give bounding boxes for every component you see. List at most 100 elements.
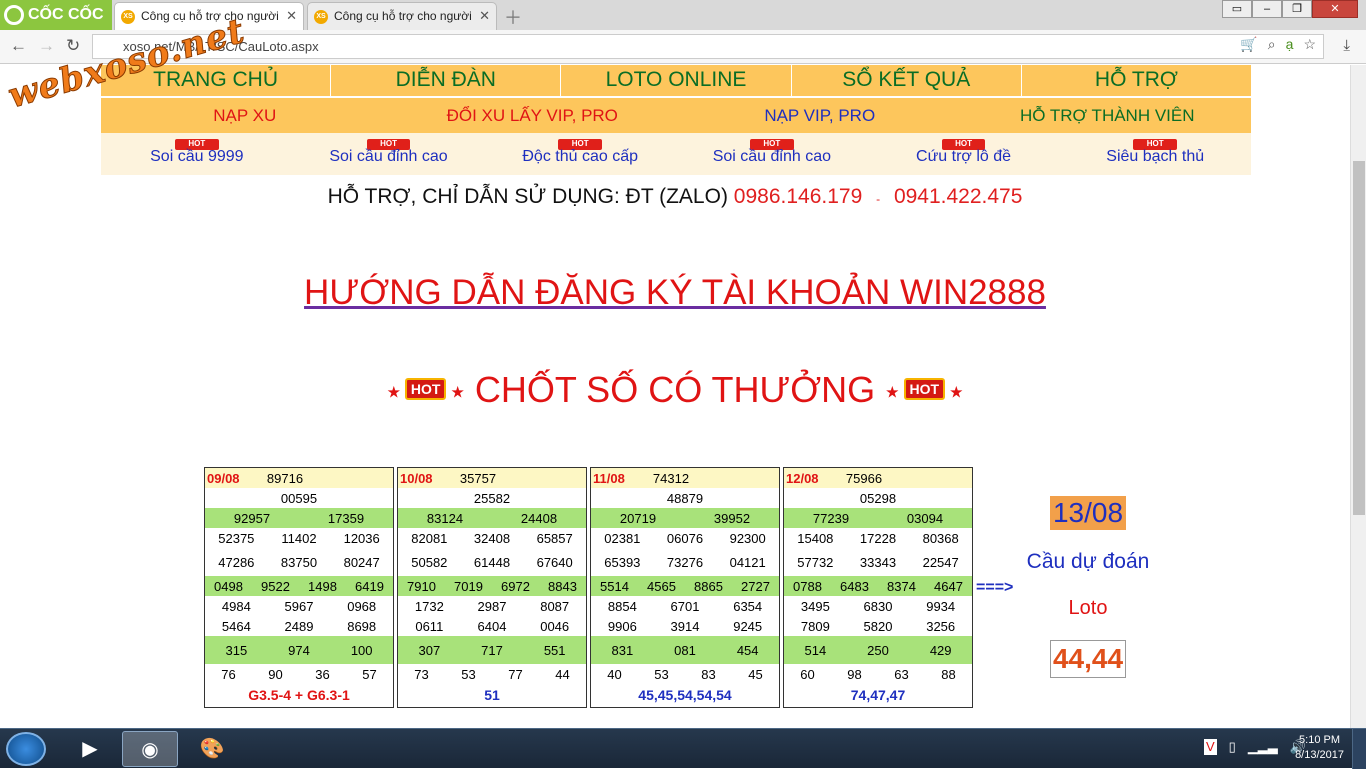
guide-link-text[interactable]: HƯỚNG DẪN ĐĂNG KÝ TÀI KHOẢN WIN2888 [304,273,1046,312]
result-number: 88 [941,666,956,682]
menu-support[interactable]: HỖ TRỢ [1022,65,1251,96]
menu-loto-online[interactable]: LOTO ONLINE [561,65,792,96]
minimize-icon[interactable]: – [1252,0,1282,18]
result-number: 6972 [501,578,530,594]
result-number: 82081 [411,530,448,546]
special-prize: 74312 [652,470,690,486]
tab-inactive[interactable]: XS Công cụ hỗ trợ cho người ✕ [307,2,497,30]
result-date: 12/08 [786,470,819,486]
tool-link[interactable]: Soi cầu đỉnh cao [293,148,485,166]
hot-badge: HOT [903,378,946,401]
maximize-icon[interactable]: ❐ [1282,0,1312,18]
menu-results-book[interactable]: SỔ KẾT QUẢ [792,65,1022,96]
result-number: 73276 [666,554,704,570]
result-number: 80368 [922,530,959,546]
device-icon[interactable]: ▯ [1229,739,1236,755]
support-phone-2[interactable]: 0941.422.475 [894,185,1022,208]
result-number: 60 [800,666,815,682]
tool-link[interactable]: Độc thủ cao cấp [484,148,676,166]
support-separator: - [876,192,881,206]
result-row: 65393 73276 04121 [591,548,779,576]
tool-link[interactable]: Cứu trợ lô đề [868,148,1060,166]
translate-icon[interactable]: ạ [1286,36,1294,53]
browser-brand[interactable]: CỐC CỐC [0,0,112,30]
result-number: 2489 [284,618,314,634]
result-number: 39952 [713,510,751,526]
hot-tool-item: HOTĐộc thủ cao cấp [484,133,676,175]
media-player-icon[interactable]: ▶ [62,731,118,767]
cart-icon[interactable]: 🛒 [1240,36,1257,53]
result-number: 83 [701,666,716,682]
paint-icon[interactable]: 🎨 [184,731,240,767]
result-number: 717 [481,642,503,658]
zoom-icon[interactable]: ⌕ [1268,36,1276,53]
bookmark-star-icon[interactable]: ☆ [1303,36,1316,53]
clock[interactable]: 5:10 PM 8/13/2017 [1295,733,1344,763]
result-number: 57732 [797,554,834,570]
taskbar: ▶ ◉ 🎨 V ▯ ▁▂▃ 🔊 5:10 PM 8/13/2017 [0,728,1366,769]
prediction-date: 13/08 [1050,496,1126,530]
support-phone-1[interactable]: 0986.146.179 [734,185,862,208]
prediction-numbers: 44,44 [1050,640,1126,678]
result-row: 25582 [398,488,586,508]
result-row: 1732 2987 8087 [398,596,586,616]
result-number: 831 [611,642,634,658]
brand-label: CỐC CỐC [28,6,104,23]
menu-exchange-xu[interactable]: ĐỔI XU LẤY VIP, PRO [389,98,677,133]
forward-icon[interactable]: → [38,36,55,56]
tool-link[interactable]: Soi cầu 9999 [101,148,293,166]
result-number: 5820 [863,618,893,634]
result-number: 90 [268,666,283,682]
result-row: 5464 2489 8698 [205,616,393,636]
download-icon[interactable]: ⤓ [1343,37,1350,54]
coccoc-browser-icon[interactable]: ◉ [122,731,178,767]
menu-top-up-xu[interactable]: NẠP XU [101,98,389,133]
result-number: 8865 [694,578,723,594]
close-tab-icon[interactable]: ✕ [479,3,490,29]
result-date: 09/08 [207,470,240,486]
new-tab-icon[interactable]: ＋ [504,4,522,30]
address-input[interactable]: xoso.net/MB/LT/SC/CauLoto.aspx [92,34,1324,59]
result-number: 92957 [233,510,271,526]
reload-icon[interactable]: ↻ [66,36,80,56]
network-icon[interactable]: ▁▂▃ [1248,739,1278,755]
hot-tool-item: HOTSoi cầu 9999 [101,133,293,175]
scrollbar-thumb[interactable] [1353,161,1365,515]
result-number: 454 [736,642,759,658]
guide-link[interactable]: HƯỚNG DẪN ĐĂNG KÝ TÀI KHOẢN WIN2888 [0,273,1350,313]
page-scrollbar[interactable] [1350,65,1366,728]
result-number: 6830 [863,598,893,614]
menu-forum[interactable]: DIỄN ĐÀN [331,65,562,96]
menu-member-support[interactable]: HỖ TRỢ THÀNH VIÊN [964,98,1252,133]
result-number: 4565 [647,578,676,594]
result-number: 7019 [454,578,483,594]
result-number: 36 [315,666,330,682]
show-desktop-button[interactable] [1352,729,1366,769]
user-icon[interactable]: ▭ [1222,0,1252,18]
result-number: 57 [362,666,377,682]
tool-link[interactable]: Soi cầu đỉnh cao [676,148,868,166]
antivirus-icon[interactable]: V [1203,739,1217,755]
back-icon[interactable]: ← [10,36,27,56]
result-number: 2727 [741,578,770,594]
close-window-icon[interactable]: ✕ [1312,0,1358,18]
main-menu: TRANG CHỦ DIỄN ĐÀN LOTO ONLINE SỔ KẾT QU… [101,65,1251,97]
result-number: 6404 [477,618,507,634]
tool-link[interactable]: Siêu bạch thủ [1059,148,1251,166]
result-row: 60 98 63 88 [784,664,972,684]
result-table: 11/08 74312 48879 20719 39952 02381 06076 92300… [590,467,780,708]
hot-tool-item: HOTSiêu bạch thủ [1059,133,1251,175]
result-number: 429 [929,642,952,658]
menu-top-up-vip[interactable]: NẠP VIP, PRO [676,98,964,133]
result-number: 9906 [607,618,637,634]
start-button[interactable] [6,732,46,766]
result-number: 22547 [922,554,959,570]
result-number: 100 [350,642,373,658]
secondary-menu: NẠP XU ĐỔI XU LẤY VIP, PRO NẠP VIP, PRO … [101,98,1251,133]
result-number: 73 [414,666,429,682]
result-row: 4984 5967 0968 [205,596,393,616]
result-row: 0788 6483 8374 4647 [784,576,972,596]
close-tab-icon[interactable]: ✕ [286,3,297,29]
prediction-label: Cầu dự đoán [1026,550,1150,573]
clock-time: 5:10 PM [1299,734,1341,746]
